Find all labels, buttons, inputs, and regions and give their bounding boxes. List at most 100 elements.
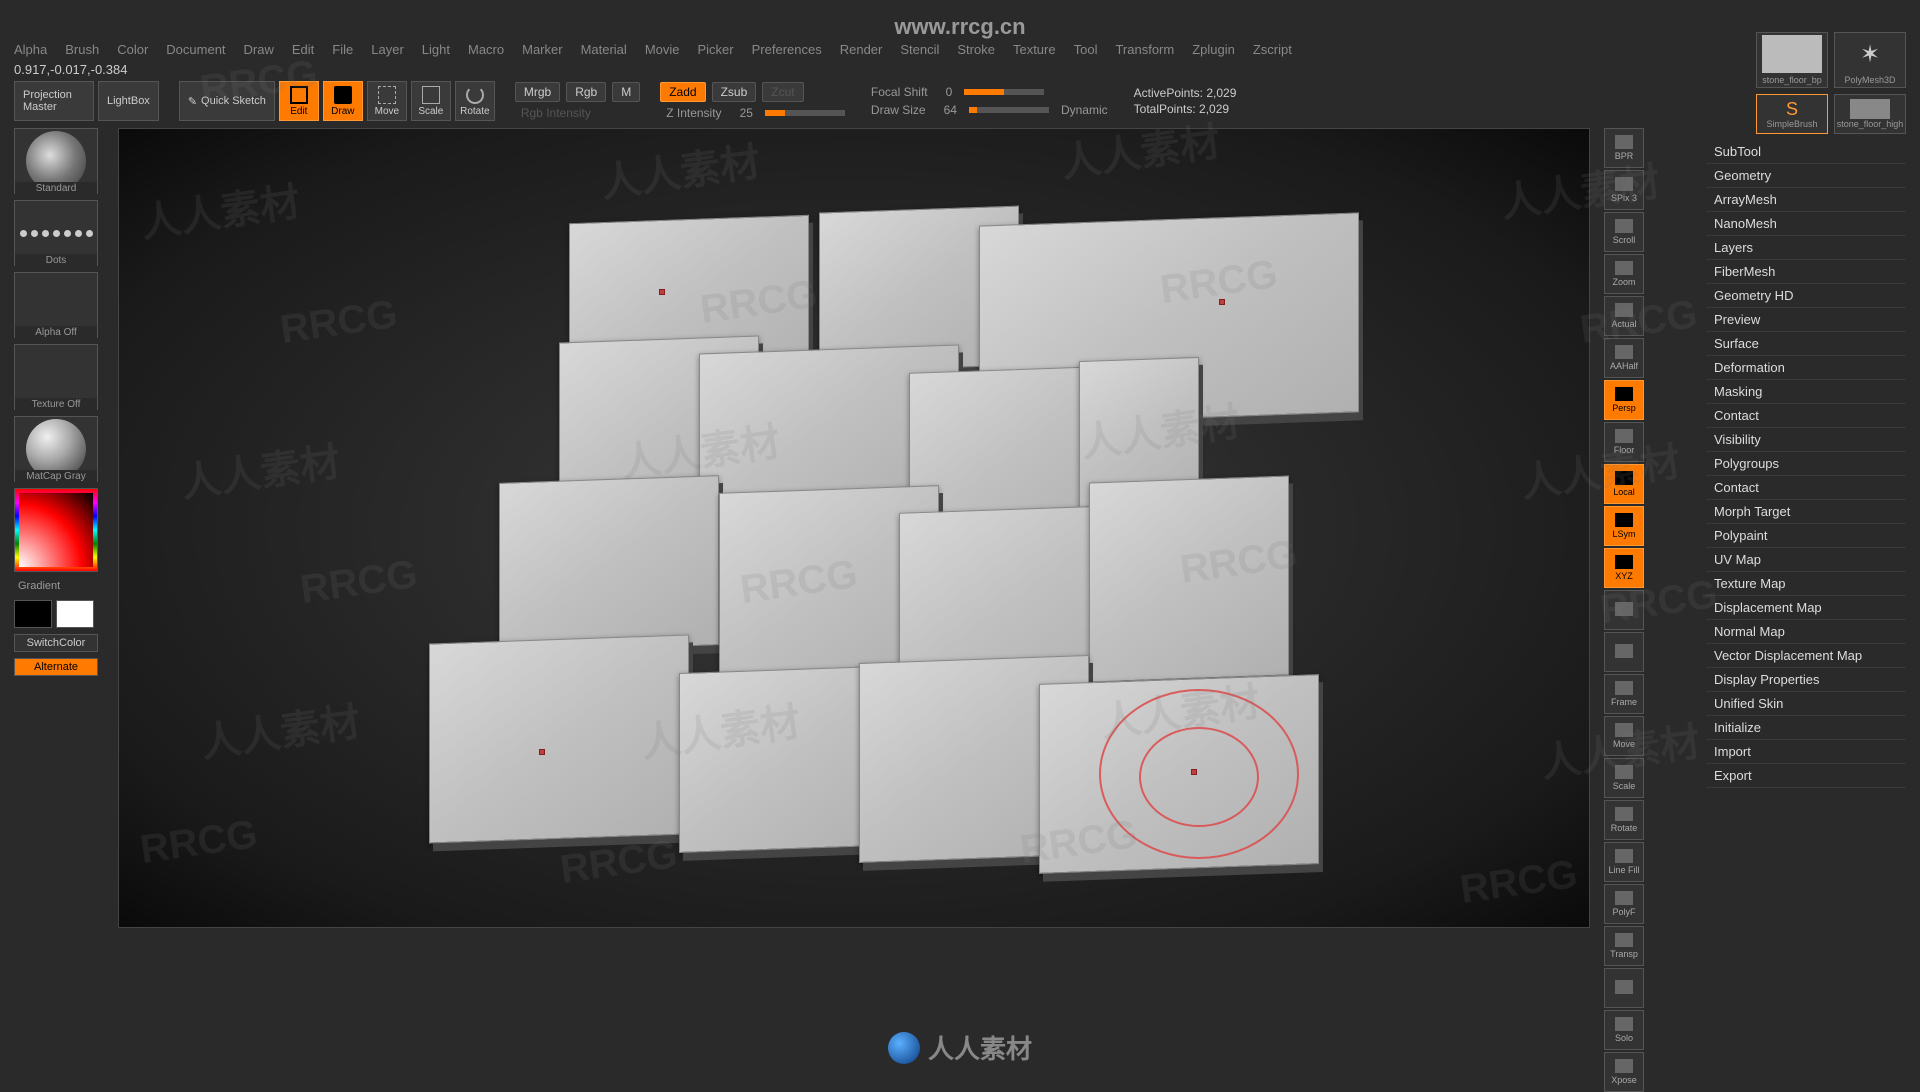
- tool-panel-display-properties[interactable]: Display Properties: [1706, 668, 1906, 692]
- menu-texture[interactable]: Texture: [1013, 42, 1056, 57]
- zadd-button[interactable]: Zadd: [660, 82, 705, 102]
- brush-selector[interactable]: Standard: [14, 128, 98, 194]
- right-tool-lsym[interactable]: LSym: [1604, 506, 1644, 546]
- brush-thumb-2[interactable]: stone_floor_high: [1834, 94, 1906, 134]
- menu-file[interactable]: File: [332, 42, 353, 57]
- menu-movie[interactable]: Movie: [645, 42, 680, 57]
- tool-thumb-2[interactable]: ✶PolyMesh3D: [1834, 32, 1906, 88]
- right-tool-rotate[interactable]: Rotate: [1604, 800, 1644, 840]
- menu-zscript[interactable]: Zscript: [1253, 42, 1292, 57]
- tool-panel-subtool[interactable]: SubTool: [1706, 140, 1906, 164]
- tool-panel-nanomesh[interactable]: NanoMesh: [1706, 212, 1906, 236]
- menu-macro[interactable]: Macro: [468, 42, 504, 57]
- tool-panel-uv-map[interactable]: UV Map: [1706, 548, 1906, 572]
- right-tool-spix-3[interactable]: SPix 3: [1604, 170, 1644, 210]
- menu-transform[interactable]: Transform: [1115, 42, 1174, 57]
- right-tool-move[interactable]: Move: [1604, 716, 1644, 756]
- gradient-label[interactable]: Gradient: [14, 578, 104, 594]
- draw-button[interactable]: Draw: [323, 81, 363, 121]
- right-tool-slot20[interactable]: [1604, 968, 1644, 1008]
- tool-panel-deformation[interactable]: Deformation: [1706, 356, 1906, 380]
- dynamic-label[interactable]: Dynamic: [1055, 103, 1114, 117]
- draw-size-slider[interactable]: [969, 107, 1049, 113]
- right-tool-scale[interactable]: Scale: [1604, 758, 1644, 798]
- right-tool-floor[interactable]: Floor: [1604, 422, 1644, 462]
- menu-draw[interactable]: Draw: [244, 42, 274, 57]
- scale-button[interactable]: Scale: [411, 81, 451, 121]
- menu-render[interactable]: Render: [840, 42, 883, 57]
- rgb-button[interactable]: Rgb: [566, 82, 606, 102]
- menu-material[interactable]: Material: [581, 42, 627, 57]
- mrgb-button[interactable]: Mrgb: [515, 82, 560, 102]
- menu-stencil[interactable]: Stencil: [900, 42, 939, 57]
- menu-preferences[interactable]: Preferences: [752, 42, 822, 57]
- right-tool-local[interactable]: Local: [1604, 464, 1644, 504]
- tool-panel-displacement-map[interactable]: Displacement Map: [1706, 596, 1906, 620]
- right-tool-bpr[interactable]: BPR: [1604, 128, 1644, 168]
- menu-alpha[interactable]: Alpha: [14, 42, 47, 57]
- tool-panel-masking[interactable]: Masking: [1706, 380, 1906, 404]
- tool-panel-geometry[interactable]: Geometry: [1706, 164, 1906, 188]
- tool-panel-morph-target[interactable]: Morph Target: [1706, 500, 1906, 524]
- texture-selector[interactable]: Texture Off: [14, 344, 98, 410]
- tool-panel-polygroups[interactable]: Polygroups: [1706, 452, 1906, 476]
- tool-panel-vector-displacement-map[interactable]: Vector Displacement Map: [1706, 644, 1906, 668]
- right-tool-polyf[interactable]: PolyF: [1604, 884, 1644, 924]
- tool-panel-polypaint[interactable]: Polypaint: [1706, 524, 1906, 548]
- material-selector[interactable]: MatCap Gray: [14, 416, 98, 482]
- alpha-selector[interactable]: Alpha Off: [14, 272, 98, 338]
- quick-sketch-button[interactable]: ✎Quick Sketch: [179, 81, 275, 121]
- color-picker[interactable]: [14, 488, 98, 572]
- brush-thumb-1[interactable]: SSimpleBrush: [1756, 94, 1828, 134]
- menu-zplugin[interactable]: Zplugin: [1192, 42, 1235, 57]
- tool-panel-layers[interactable]: Layers: [1706, 236, 1906, 260]
- menu-tool[interactable]: Tool: [1074, 42, 1098, 57]
- right-tool-transp[interactable]: Transp: [1604, 926, 1644, 966]
- tool-panel-unified-skin[interactable]: Unified Skin: [1706, 692, 1906, 716]
- z-intensity-slider[interactable]: [765, 110, 845, 116]
- tool-panel-arraymesh[interactable]: ArrayMesh: [1706, 188, 1906, 212]
- move-button[interactable]: Move: [367, 81, 407, 121]
- tool-panel-preview[interactable]: Preview: [1706, 308, 1906, 332]
- right-tool-aahalf[interactable]: AAHalf: [1604, 338, 1644, 378]
- right-tool-scroll[interactable]: Scroll: [1604, 212, 1644, 252]
- tool-panel-normal-map[interactable]: Normal Map: [1706, 620, 1906, 644]
- tool-panel-fibermesh[interactable]: FiberMesh: [1706, 260, 1906, 284]
- focal-shift-slider[interactable]: [964, 89, 1044, 95]
- right-tool-persp[interactable]: Persp: [1604, 380, 1644, 420]
- menu-brush[interactable]: Brush: [65, 42, 99, 57]
- right-tool-xpose[interactable]: Xpose: [1604, 1052, 1644, 1092]
- right-tool-xyz[interactable]: XYZ: [1604, 548, 1644, 588]
- right-tool-slot12[interactable]: [1604, 632, 1644, 672]
- menu-document[interactable]: Document: [166, 42, 225, 57]
- stroke-selector[interactable]: Dots: [14, 200, 98, 266]
- tool-panel-visibility[interactable]: Visibility: [1706, 428, 1906, 452]
- menu-layer[interactable]: Layer: [371, 42, 404, 57]
- lightbox-button[interactable]: LightBox: [98, 81, 159, 121]
- right-tool-solo[interactable]: Solo: [1604, 1010, 1644, 1050]
- switch-color-button[interactable]: SwitchColor: [14, 634, 98, 652]
- edit-button[interactable]: Edit: [279, 81, 319, 121]
- zsub-button[interactable]: Zsub: [712, 82, 757, 102]
- right-tool-slot11[interactable]: [1604, 590, 1644, 630]
- viewport[interactable]: [118, 128, 1590, 928]
- tool-panel-geometry-hd[interactable]: Geometry HD: [1706, 284, 1906, 308]
- tool-panel-contact[interactable]: Contact: [1706, 476, 1906, 500]
- right-tool-actual[interactable]: Actual: [1604, 296, 1644, 336]
- menu-edit[interactable]: Edit: [292, 42, 314, 57]
- tool-panel-import[interactable]: Import: [1706, 740, 1906, 764]
- tool-panel-contact[interactable]: Contact: [1706, 404, 1906, 428]
- tool-panel-surface[interactable]: Surface: [1706, 332, 1906, 356]
- menu-stroke[interactable]: Stroke: [957, 42, 995, 57]
- zcut-button[interactable]: Zcut: [762, 82, 803, 102]
- tool-thumb-1[interactable]: stone_floor_bp: [1756, 32, 1828, 88]
- right-tool-zoom[interactable]: Zoom: [1604, 254, 1644, 294]
- rotate-button[interactable]: Rotate: [455, 81, 495, 121]
- tool-panel-initialize[interactable]: Initialize: [1706, 716, 1906, 740]
- m-button[interactable]: M: [612, 82, 640, 102]
- projection-master-button[interactable]: Projection Master: [14, 81, 94, 121]
- menu-picker[interactable]: Picker: [698, 42, 734, 57]
- menu-light[interactable]: Light: [422, 42, 450, 57]
- alternate-button[interactable]: Alternate: [14, 658, 98, 676]
- menu-color[interactable]: Color: [117, 42, 148, 57]
